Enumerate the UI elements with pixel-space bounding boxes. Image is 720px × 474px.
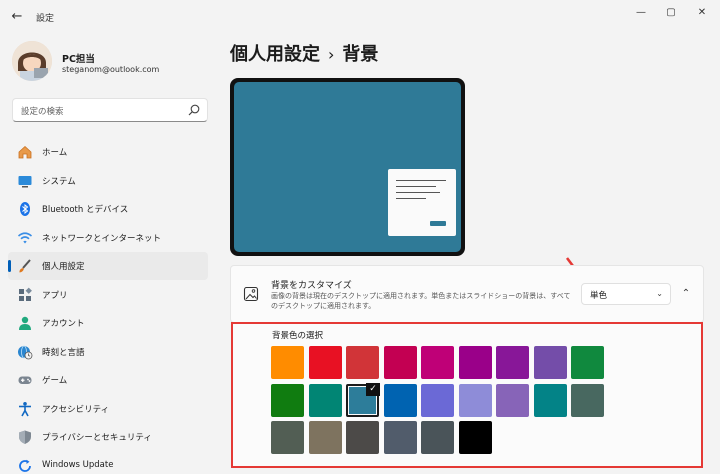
sidebar-item-label: プライバシーとセキュリティ (42, 433, 152, 443)
globe-clock-icon (18, 345, 33, 359)
color-swatch[interactable] (421, 421, 454, 454)
color-swatch[interactable] (271, 346, 304, 379)
preview-screen (234, 82, 461, 252)
accessibility-icon (19, 401, 31, 416)
minimize-button[interactable]: — (627, 4, 655, 22)
sidebar-item-label: アカウント (42, 319, 85, 329)
search-icon (188, 104, 200, 116)
sidebar-item-network[interactable]: ネットワークとインターネット (8, 224, 208, 252)
sidebar-item-accounts[interactable]: アカウント (8, 309, 208, 337)
sidebar-item-label: アプリ (42, 290, 68, 301)
background-customize-card: 背景をカスタマイズ 画像の背景は現在のデスクトップに適用されます。単色またはスラ… (230, 265, 704, 323)
sidebar-item-bluetooth[interactable]: Bluetooth とデバイス (8, 195, 208, 223)
color-swatch[interactable] (383, 346, 417, 379)
sidebar-item-home[interactable]: ホーム (8, 138, 208, 166)
color-swatch[interactable] (571, 346, 604, 379)
sidebar-nav: ホーム システム Bluetooth とデバイス ネットワークとインターネット … (8, 138, 208, 474)
color-swatch[interactable] (308, 346, 342, 379)
color-swatch[interactable] (496, 346, 529, 379)
sidebar-item-label: ゲーム (42, 376, 68, 386)
sidebar-item-privacy[interactable]: プライバシーとセキュリティ (8, 423, 208, 451)
color-swatch[interactable] (533, 383, 567, 417)
sidebar-item-label: アクセシビリティ (42, 404, 110, 415)
account-icon (19, 316, 31, 330)
color-picker-title: 背景色の選択 (272, 331, 324, 341)
update-icon (19, 459, 31, 472)
color-swatch[interactable] (383, 383, 417, 417)
wifi-icon (17, 231, 33, 243)
background-color-picker: 背景色の選択 ✓ (231, 322, 703, 468)
background-type-dropdown[interactable]: 単色 ⌄ (581, 283, 671, 305)
sidebar-item-label: Windows Update (42, 459, 114, 470)
color-swatch[interactable] (458, 346, 492, 379)
sidebar-item-apps[interactable]: アプリ (8, 281, 208, 309)
image-icon (243, 286, 259, 302)
color-swatch[interactable] (308, 383, 342, 417)
preview-window (388, 169, 456, 236)
sidebar-item-label: 個人用設定 (42, 262, 85, 272)
sidebar-item-gaming[interactable]: ゲーム (8, 366, 208, 394)
sidebar-item-time-language[interactable]: 時刻と言語 (8, 338, 208, 366)
app-title: 設定 (36, 14, 55, 24)
avatar[interactable] (12, 41, 52, 81)
color-swatch[interactable] (346, 346, 379, 379)
color-swatch[interactable] (421, 346, 454, 379)
color-swatch[interactable] (458, 421, 492, 454)
back-arrow-icon[interactable]: ← (8, 8, 26, 26)
search-input[interactable]: 設定の検索 (12, 98, 208, 122)
color-swatch[interactable] (346, 421, 379, 454)
system-icon (18, 175, 32, 187)
title-bar: ← 設定 — ▢ ✕ (0, 0, 720, 34)
apps-icon (19, 287, 32, 301)
checkmark-icon: ✓ (366, 382, 380, 396)
color-swatch[interactable] (496, 383, 529, 417)
home-icon (18, 145, 32, 159)
chevron-down-icon: ⌄ (656, 289, 663, 298)
color-swatch[interactable] (458, 383, 492, 417)
page-title: 背景 (342, 44, 379, 65)
sidebar-item-label: ホーム (42, 148, 68, 158)
chevron-up-icon[interactable]: ⌃ (677, 285, 695, 303)
user-name: PC担当 (62, 54, 95, 65)
card-description: 画像の背景は現在のデスクトップに適用されます。単色またはスライドショーの背景は、… (271, 292, 571, 310)
color-swatch[interactable]: ✓ (346, 382, 380, 417)
bluetooth-icon (20, 202, 30, 216)
sidebar-item-accessibility[interactable]: アクセシビリティ (8, 395, 208, 423)
color-swatch[interactable] (271, 421, 304, 454)
close-button[interactable]: ✕ (688, 4, 716, 22)
search-placeholder: 設定の検索 (21, 107, 64, 117)
breadcrumb-separator: › (328, 45, 335, 64)
color-swatch[interactable] (308, 421, 342, 454)
sidebar-item-personalization[interactable]: 個人用設定 (8, 252, 208, 280)
color-swatch[interactable] (533, 346, 567, 379)
sidebar-item-windows-update[interactable]: Windows Update (8, 452, 208, 474)
background-preview (230, 78, 465, 256)
maximize-button[interactable]: ▢ (657, 4, 685, 22)
sidebar-item-label: システム (42, 176, 76, 187)
sidebar-item-label: Bluetooth とデバイス (42, 205, 129, 215)
gamepad-icon (18, 376, 32, 384)
sidebar-item-label: 時刻と言語 (42, 347, 85, 358)
breadcrumb-section[interactable]: 個人用設定 (230, 44, 320, 65)
sidebar-item-system[interactable]: システム (8, 167, 208, 195)
breadcrumb: 個人用設定 › 背景 (230, 40, 378, 66)
color-swatch[interactable] (571, 383, 604, 417)
brush-icon (19, 259, 31, 273)
color-swatch[interactable] (421, 383, 454, 417)
shield-icon (19, 430, 31, 444)
card-title: 背景をカスタマイズ (271, 281, 352, 291)
color-swatch[interactable] (383, 421, 417, 454)
user-email: steganom@outlook.com (62, 65, 160, 74)
dropdown-value: 単色 (590, 291, 608, 301)
color-swatch[interactable] (271, 383, 304, 417)
sidebar-item-label: ネットワークとインターネット (42, 233, 162, 244)
